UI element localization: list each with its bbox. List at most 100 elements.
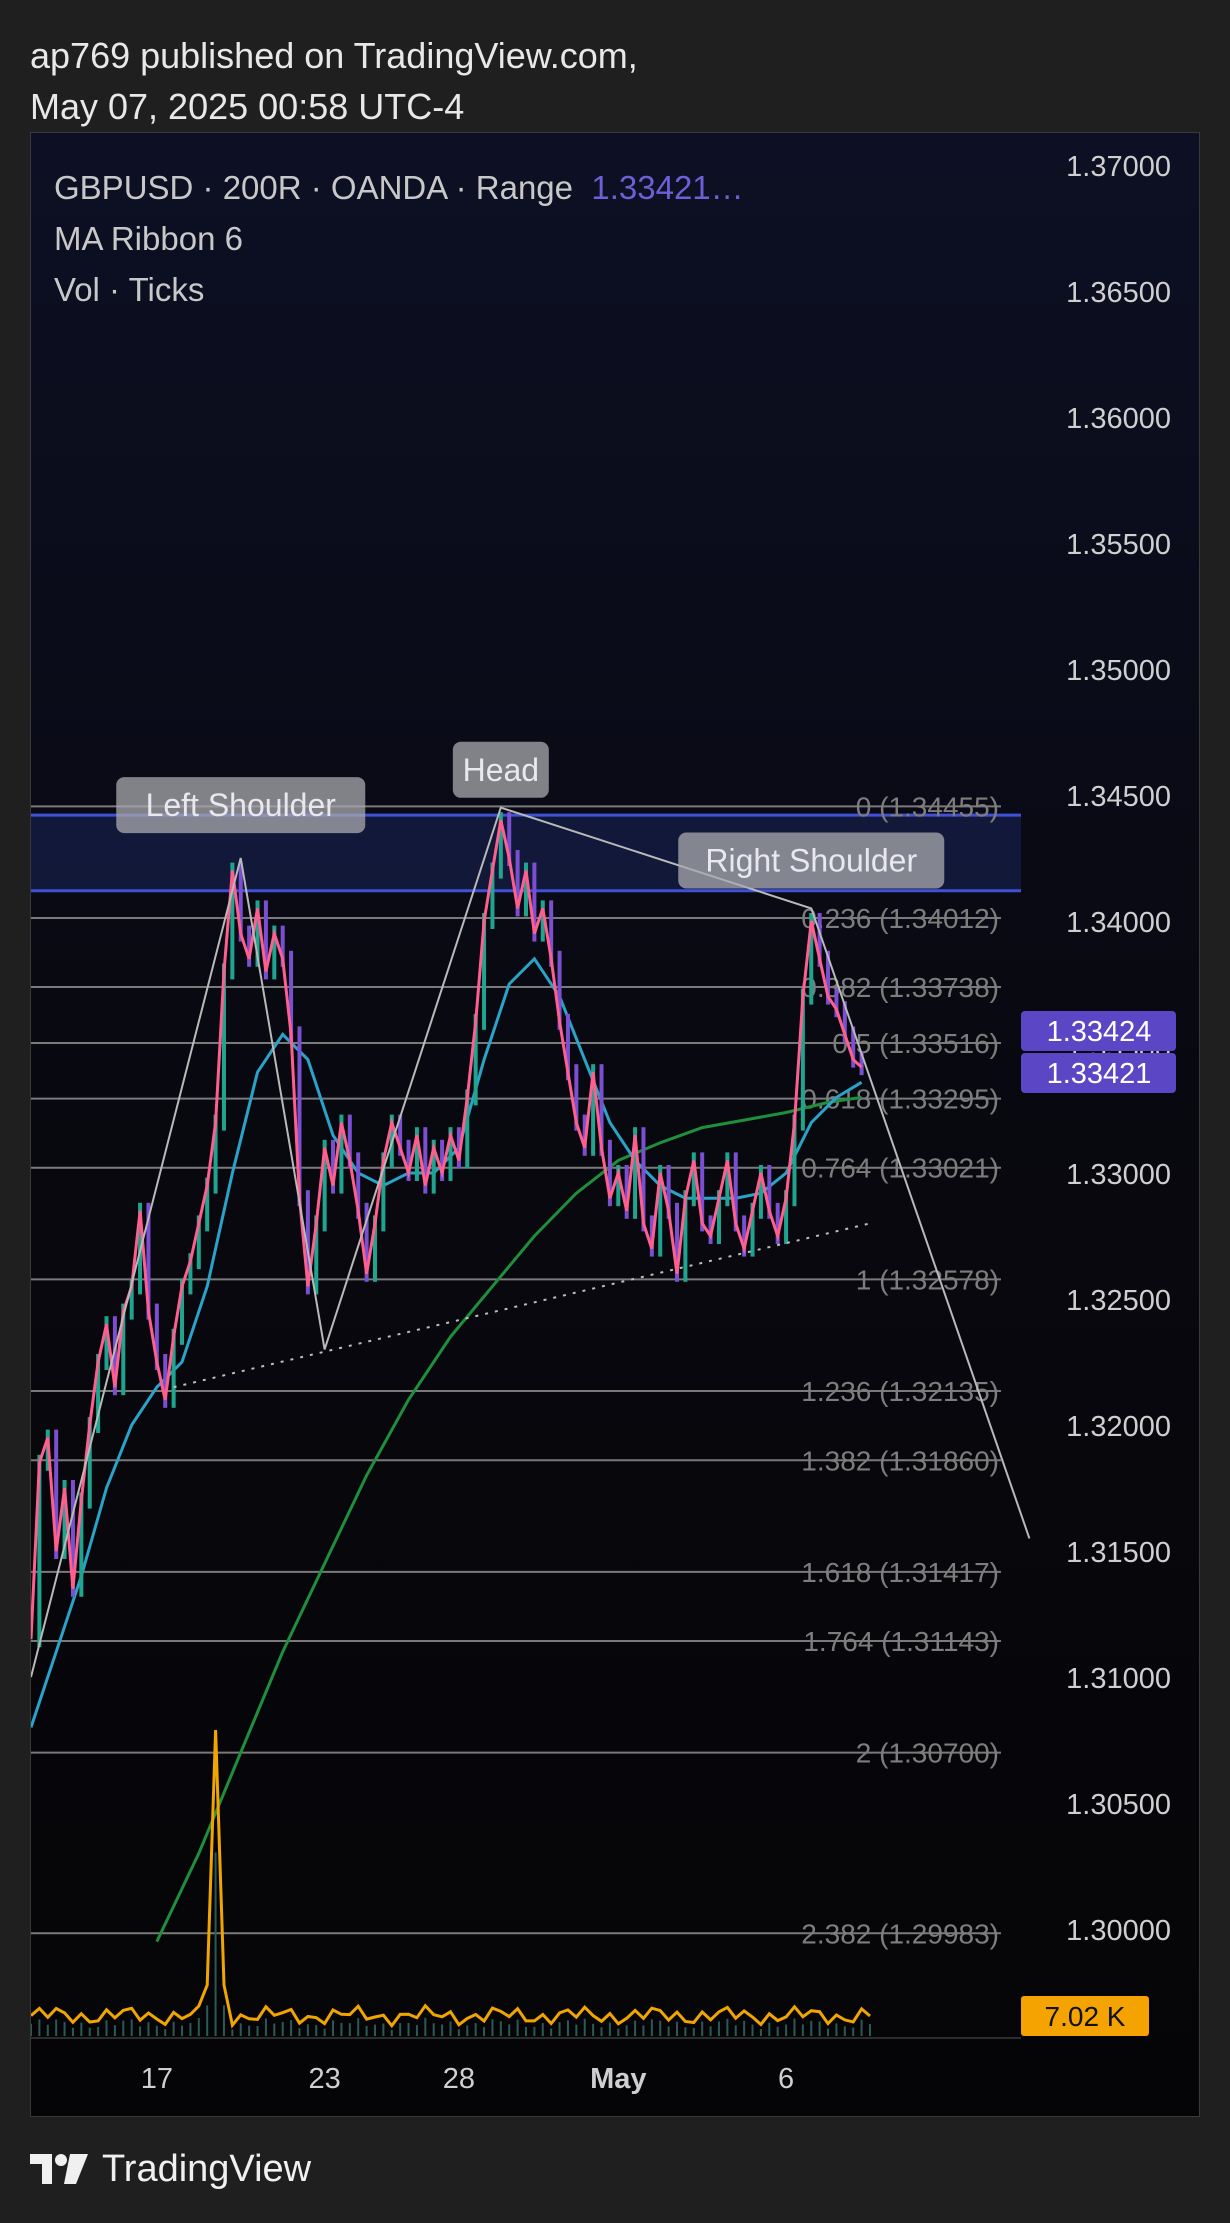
volume-bar xyxy=(868,2023,871,2036)
volume-bar xyxy=(466,2025,469,2036)
volume-bar xyxy=(843,2026,846,2036)
fib-level-label: 1 (1.32578) xyxy=(856,1264,999,1295)
price-badge-label: 1.33421 xyxy=(1047,1058,1152,1090)
annotation-label: Right Shoulder xyxy=(705,843,917,879)
volume-bar xyxy=(608,2022,611,2036)
y-tick-label: 1.34500 xyxy=(1066,781,1171,813)
volume-bar xyxy=(189,2023,192,2036)
price-chart[interactable]: 0 (1.34455)0.236 (1.34012)0.382 (1.33738… xyxy=(31,133,1200,2117)
volume-bar xyxy=(139,2026,142,2036)
volume-bar xyxy=(508,2024,511,2036)
fib-level-label: 0.764 (1.33021) xyxy=(801,1153,999,1184)
price-badge-label: 1.33424 xyxy=(1047,1016,1152,1048)
y-tick-label: 1.31500 xyxy=(1066,1537,1171,1569)
volume-bar xyxy=(222,2005,225,2036)
x-tick-label: 23 xyxy=(309,2063,341,2095)
fib-level-label: 1.764 (1.31143) xyxy=(803,1626,999,1657)
y-tick-label: 1.30000 xyxy=(1066,1915,1171,1947)
legend-ma-ribbon[interactable]: MA Ribbon 6 xyxy=(54,213,744,264)
volume-bar xyxy=(768,2022,771,2036)
volume-bar xyxy=(499,2021,502,2036)
volume-bar xyxy=(793,2018,796,2036)
volume-bar xyxy=(332,2020,335,2036)
volume-bar xyxy=(575,2024,578,2036)
volume-bar xyxy=(734,2025,737,2036)
volume-bar xyxy=(130,2019,133,2036)
volume-bar xyxy=(432,2023,435,2036)
chart-frame[interactable]: 0 (1.34455) 0.236 (1.34012) 0.382 (1.33738… xyxy=(30,132,1200,2117)
volume-bar xyxy=(348,2023,351,2036)
volume-bar xyxy=(491,2019,494,2036)
volume-bar xyxy=(315,2025,318,2036)
volume-bar xyxy=(71,2027,74,2036)
volume-bar xyxy=(206,2005,209,2036)
volume-bar xyxy=(818,2021,821,2036)
volume-bar xyxy=(634,2020,637,2036)
volume-bar xyxy=(525,2026,527,2036)
volume-bar xyxy=(323,2028,326,2036)
volume-bar xyxy=(701,2021,704,2036)
legend-volume[interactable]: Vol · Ticks xyxy=(54,264,744,315)
volume-bar xyxy=(181,2025,184,2036)
volume-bar xyxy=(399,2023,402,2036)
volume-bar xyxy=(642,2025,645,2036)
volume-bar xyxy=(264,2018,267,2036)
tradingview-logo-icon xyxy=(30,2154,88,2184)
volume-bar xyxy=(860,2019,863,2036)
legend-symbol-row[interactable]: GBPUSD · 200R · OANDA · Range 1.33421… xyxy=(54,162,744,213)
volume-bar xyxy=(31,2023,32,2036)
y-tick-label: 1.36500 xyxy=(1066,277,1171,309)
footer: TradingView xyxy=(30,2146,311,2192)
publisher-line: ap769 published on TradingView.com, xyxy=(30,35,638,76)
chart-legend: GBPUSD · 200R · OANDA · Range 1.33421… M… xyxy=(54,162,744,315)
volume-bar xyxy=(441,2024,444,2036)
volume-bar xyxy=(709,2026,712,2036)
volume-bar xyxy=(239,2023,242,2036)
annotation-label: Left Shoulder xyxy=(146,787,337,823)
publish-date: May 07, 2025 00:58 UTC-4 xyxy=(30,86,465,127)
volume-bar xyxy=(785,2024,788,2036)
brand-name: TradingView xyxy=(102,2147,312,2190)
volume-bar xyxy=(717,2021,720,2036)
fib-level-label: 1.618 (1.31417) xyxy=(801,1557,999,1588)
volume-bar xyxy=(415,2024,418,2036)
volume-bar xyxy=(617,2028,620,2036)
volume-bar xyxy=(357,2018,360,2036)
volume-bar xyxy=(550,2028,553,2036)
fib-level-label: 1.382 (1.31860) xyxy=(801,1445,999,1476)
y-tick-label: 1.34000 xyxy=(1066,907,1171,939)
fib-level-label: 2 (1.30700) xyxy=(856,1738,999,1769)
volume-bar xyxy=(835,2023,838,2036)
volume-bar xyxy=(248,2025,251,2036)
y-tick-label: 1.35000 xyxy=(1066,655,1171,687)
volume-bar xyxy=(147,2022,150,2036)
volume-bar xyxy=(55,2019,58,2036)
volume-bar xyxy=(810,2020,813,2036)
chart-background xyxy=(31,133,1199,2116)
volume-bar xyxy=(692,2027,695,2036)
volume-bar xyxy=(155,2025,158,2036)
volume-bar xyxy=(231,2029,234,2036)
volume-bar xyxy=(625,2025,628,2036)
volume-bar xyxy=(676,2021,679,2036)
volume-bar xyxy=(290,2020,293,2036)
volume-bar xyxy=(424,2017,427,2036)
volume-bar xyxy=(650,2019,653,2036)
y-tick-label: 1.37000 xyxy=(1066,151,1171,183)
volume-bar xyxy=(827,2028,830,2036)
legend-symbol: GBPUSD · 200R · OANDA · Range xyxy=(54,169,574,206)
volume-bar xyxy=(684,2027,687,2036)
volume-bar xyxy=(298,2028,301,2036)
y-tick-label: 1.32000 xyxy=(1066,1411,1171,1443)
volume-bar xyxy=(63,2022,66,2036)
volume-bar xyxy=(776,2026,779,2036)
x-tick-label: May xyxy=(590,2063,646,2095)
volume-bar xyxy=(449,2021,452,2036)
volume-badge-label: 7.02 K xyxy=(1045,2001,1126,2032)
y-tick-label: 1.33000 xyxy=(1066,1159,1171,1191)
volume-bar xyxy=(80,2022,83,2036)
volume-bar xyxy=(558,2022,561,2036)
volume-bar xyxy=(382,2023,385,2036)
volume-bar xyxy=(46,2024,49,2036)
y-tick-label: 1.32500 xyxy=(1066,1285,1171,1317)
